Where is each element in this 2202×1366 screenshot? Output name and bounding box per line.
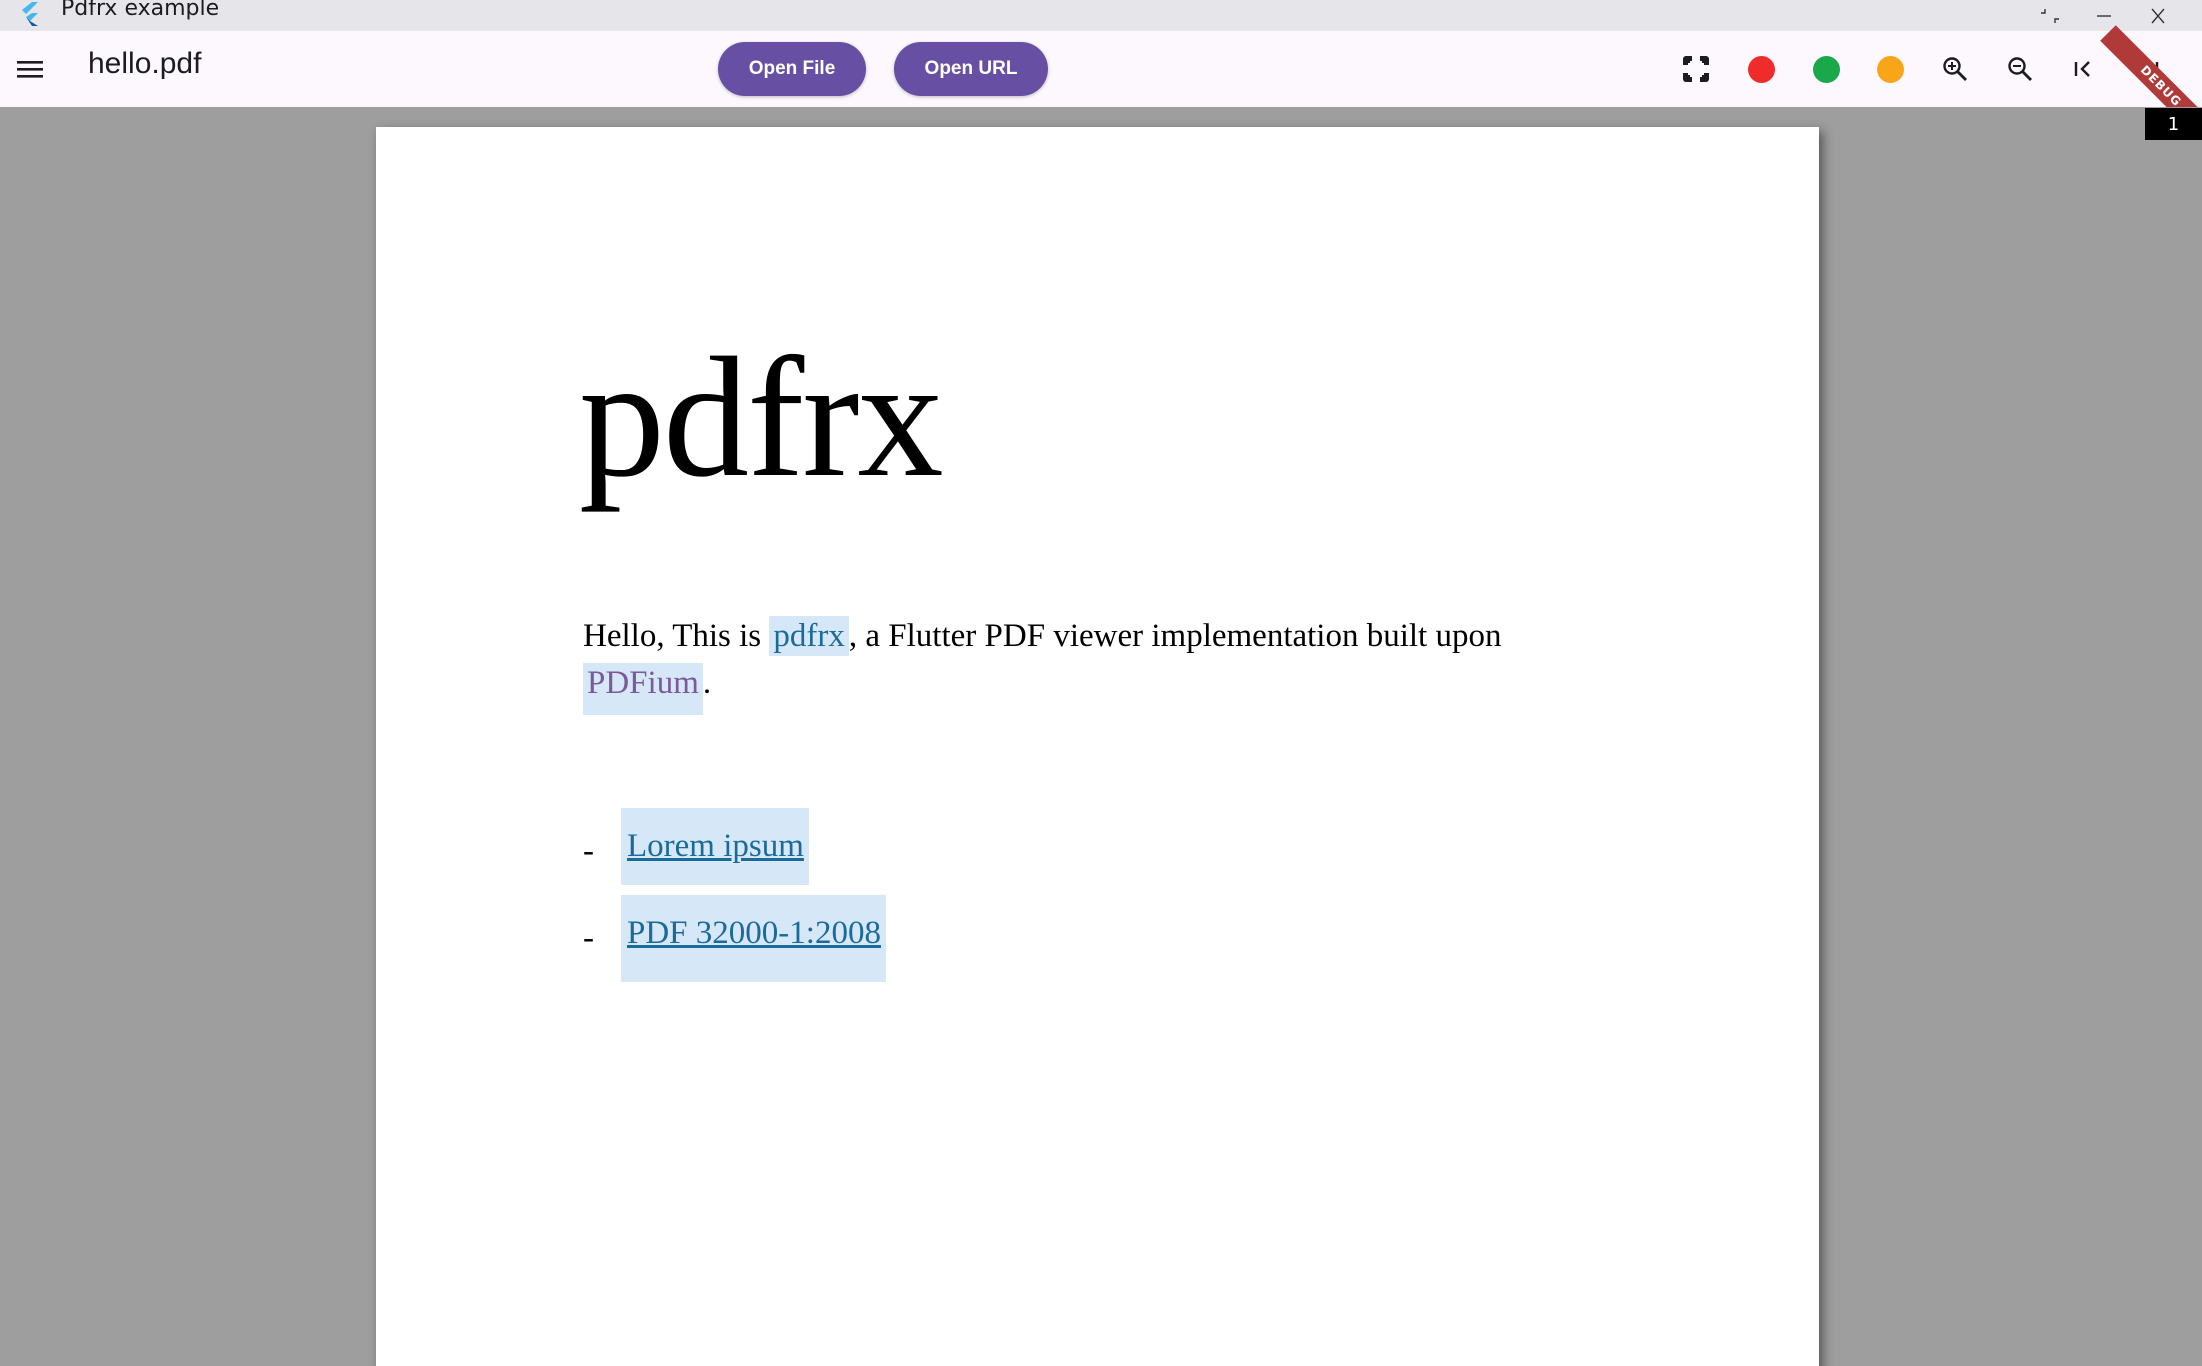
zoom-out-icon [2008, 57, 2032, 81]
fit-page-button[interactable] [1676, 49, 1716, 89]
fit-page-icon [1683, 56, 1709, 82]
red-marker-button[interactable] [1741, 49, 1781, 89]
orange-marker-button[interactable] [1870, 49, 1910, 89]
pdf-page[interactable]: pdfrx Hello, This is pdfrx, a Flutter PD… [376, 127, 1819, 1366]
first-page-icon [2074, 61, 2090, 77]
open-url-button[interactable]: Open URL [894, 42, 1048, 96]
zoom-out-button[interactable] [2000, 49, 2040, 89]
first-page-button[interactable] [2064, 49, 2104, 89]
app-bar: hello.pdf Open File Open URL DEBUG [0, 25, 2202, 147]
para-suffix: . [702, 665, 712, 701]
para-middle: , a Flutter PDF viewer implementation bu… [848, 618, 1502, 654]
restore-window-button[interactable] [2023, 0, 2077, 31]
pdf-spec-link[interactable]: PDF 32000-1:2008 [621, 895, 886, 982]
page-number-badge: 1 [2145, 108, 2202, 140]
minimize-window-button[interactable] [2077, 0, 2131, 31]
minimize-icon [2097, 14, 2111, 17]
pdf-paragraph: Hello, This is pdfrx, a Flutter PDF view… [583, 613, 1583, 715]
list-bullet: - [583, 920, 594, 956]
pdf-heading: pdfrx [579, 323, 944, 513]
pdf-viewer[interactable]: pdfrx Hello, This is pdfrx, a Flutter PD… [0, 107, 2202, 1366]
zoom-in-button[interactable] [1935, 49, 1975, 89]
pdfrx-link[interactable]: pdfrx [769, 616, 849, 656]
window-titlebar: Pdfrx example [0, 0, 2202, 31]
lorem-ipsum-link[interactable]: Lorem ipsum [621, 808, 809, 885]
menu-button[interactable] [10, 49, 50, 89]
close-icon [2151, 8, 2165, 23]
pdfium-link[interactable]: PDFium [583, 663, 703, 715]
red-marker-icon [1747, 55, 1775, 83]
window-title: Pdfrx example [61, 0, 220, 21]
restore-icon [2041, 8, 2059, 23]
document-title: hello.pdf [88, 47, 202, 80]
open-file-button[interactable]: Open File [718, 42, 866, 96]
zoom-in-icon [1943, 57, 1967, 81]
green-marker-button[interactable] [1806, 49, 1846, 89]
close-window-button[interactable] [2131, 0, 2185, 31]
list-bullet: - [583, 833, 594, 869]
green-marker-icon [1812, 55, 1840, 83]
orange-marker-icon [1876, 55, 1904, 83]
para-prefix: Hello, This is [583, 618, 770, 654]
flutter-logo-icon [22, 2, 38, 26]
hamburger-menu-icon [17, 61, 43, 78]
